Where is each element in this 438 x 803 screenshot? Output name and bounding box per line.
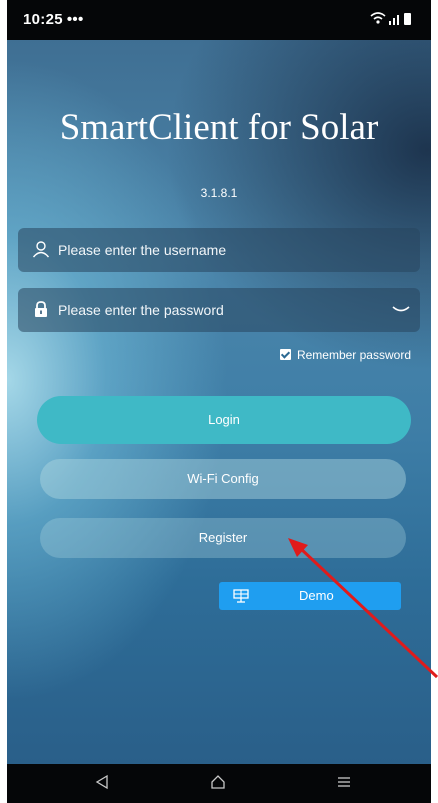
- status-bar: 10:25 •••: [7, 0, 431, 40]
- menu-icon[interactable]: [336, 774, 352, 790]
- signal-icon: [369, 10, 413, 30]
- back-triangle-icon[interactable]: [95, 774, 109, 790]
- status-more-dots: •••: [66, 11, 84, 28]
- navigation-bar: [7, 764, 431, 803]
- login-screen: SmartClient for Solar 3.1.8.1 Please ent…: [7, 40, 431, 764]
- phone-screen: 10:25 ••• SmartClient for Solar 3.1.8.1 P…: [7, 0, 431, 803]
- app-version: 3.1.8.1: [200, 186, 238, 200]
- app-title: SmartClient for Solar: [59, 107, 379, 148]
- user-icon: [32, 241, 50, 258]
- wifi-config-button[interactable]: Wi-Fi Config: [40, 459, 406, 499]
- login-button[interactable]: Login: [37, 396, 411, 444]
- home-icon[interactable]: [210, 774, 226, 790]
- checkbox-checked-icon[interactable]: [279, 349, 291, 360]
- password-field[interactable]: Please enter the password: [18, 288, 420, 332]
- eye-closed-icon[interactable]: [392, 305, 410, 315]
- remember-password-checkbox[interactable]: Remember password: [279, 348, 411, 362]
- solar-panel-icon: [233, 589, 249, 603]
- username-field[interactable]: Please enter the username: [18, 228, 420, 272]
- username-placeholder: Please enter the username: [58, 242, 227, 258]
- demo-button[interactable]: Demo: [219, 582, 401, 610]
- status-time: 10:25 •••: [23, 11, 84, 28]
- lock-icon: [35, 301, 47, 317]
- register-button[interactable]: Register: [40, 518, 406, 558]
- demo-label: Demo: [299, 588, 334, 603]
- remember-password-label: Remember password: [296, 348, 411, 362]
- password-placeholder: Please enter the password: [58, 302, 224, 318]
